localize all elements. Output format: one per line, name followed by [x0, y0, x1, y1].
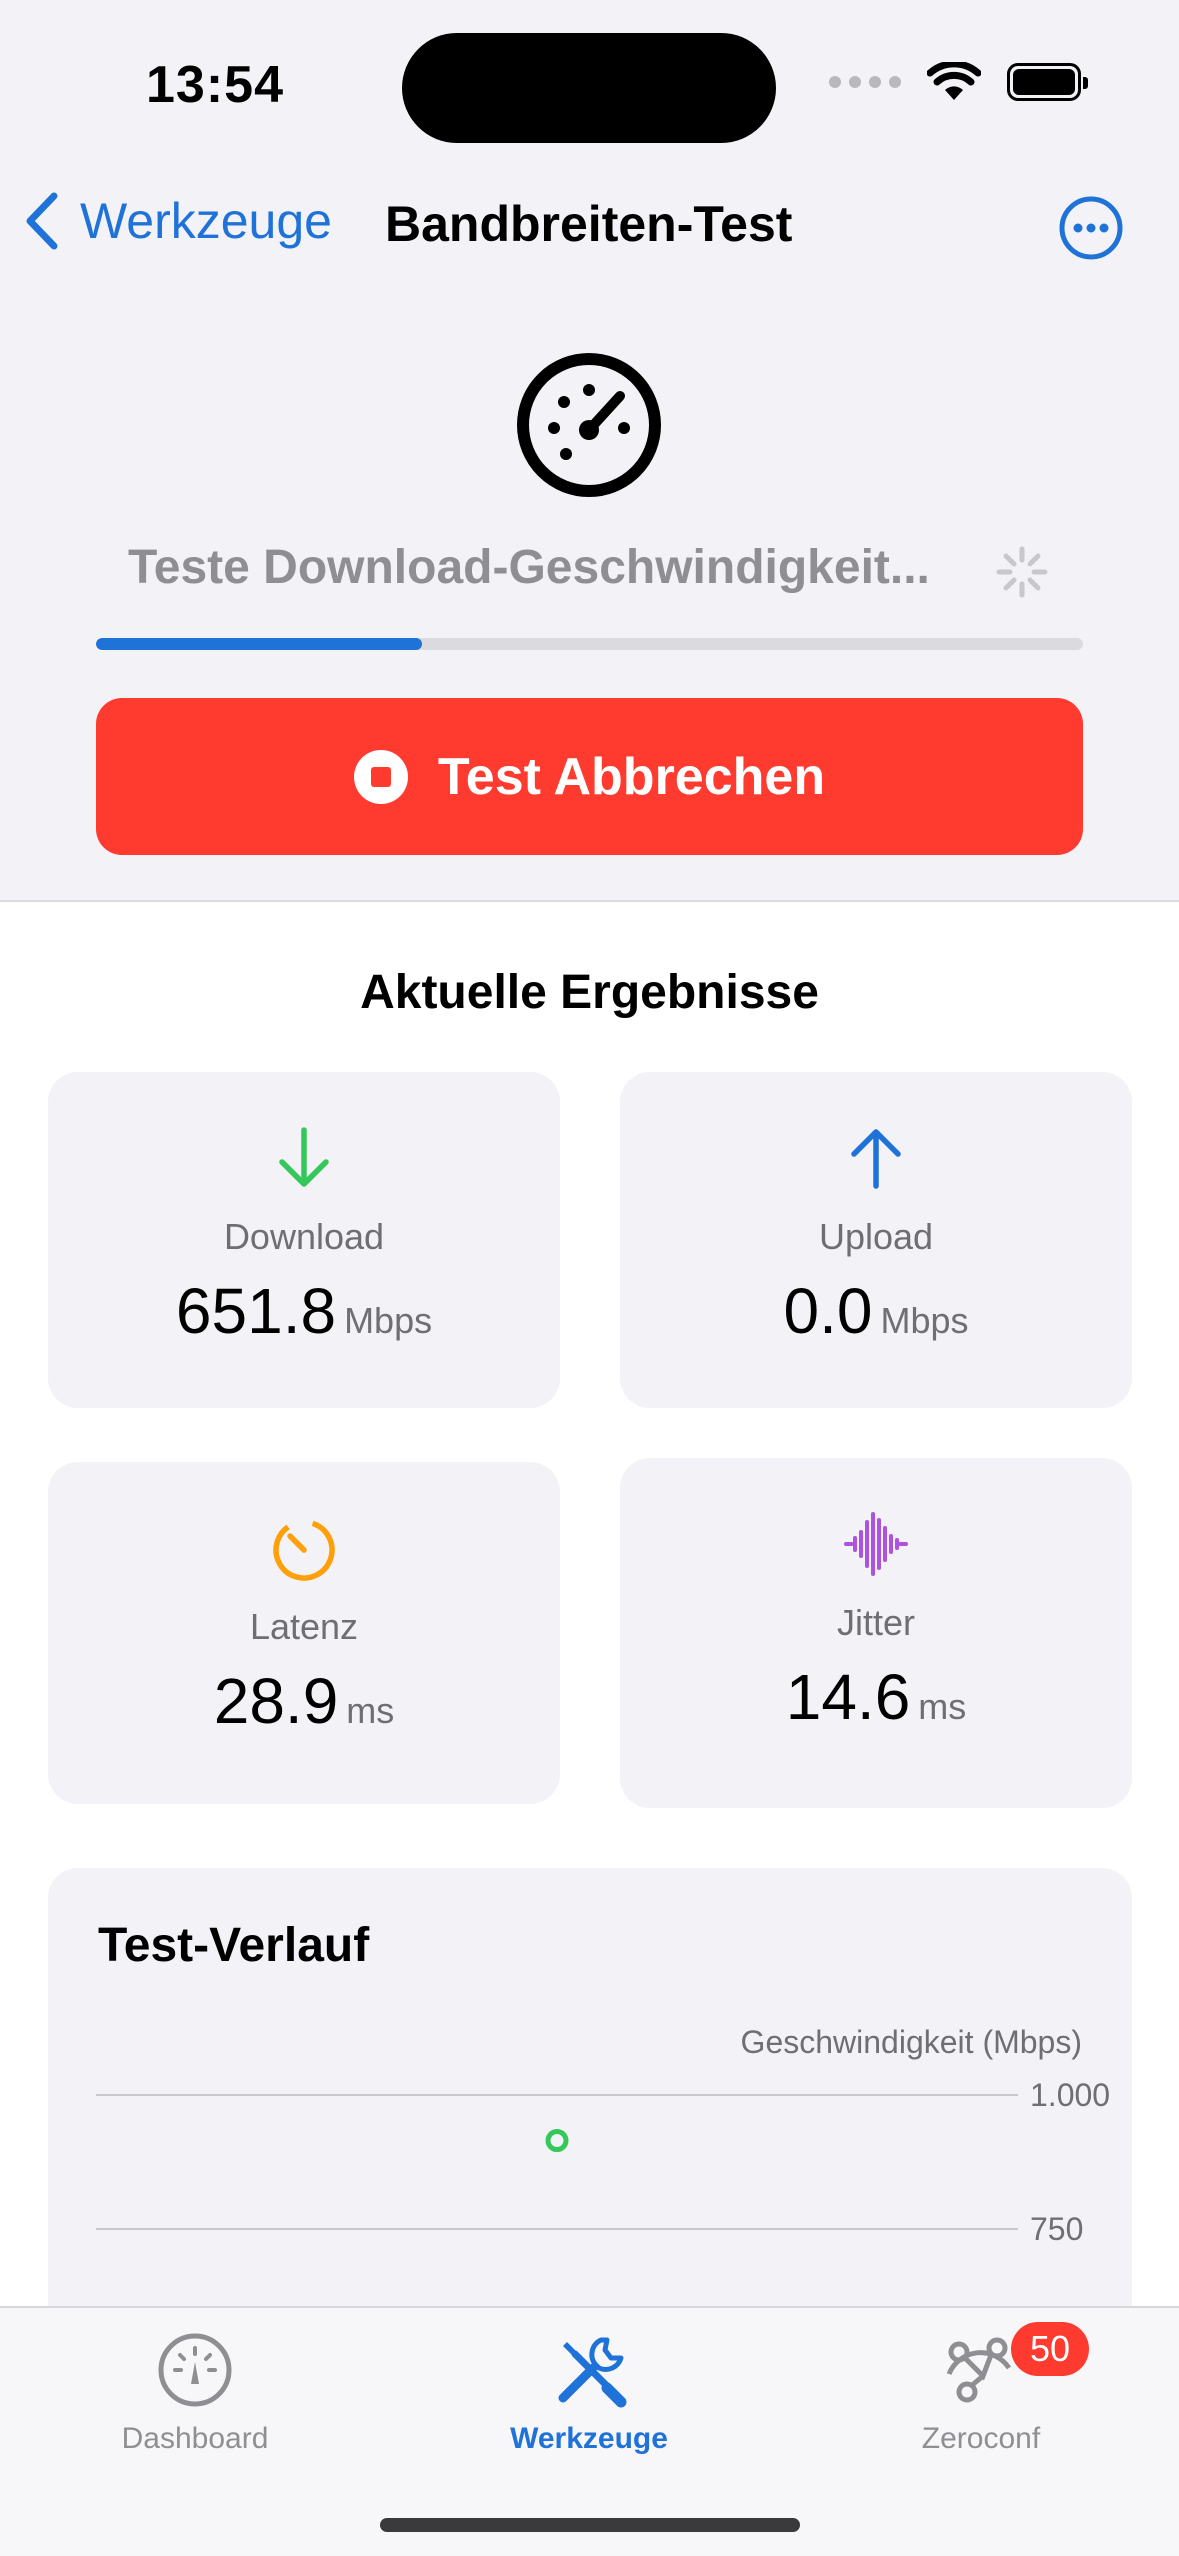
results-title: Aktuelle Ergebnisse	[360, 966, 819, 1019]
tab-dashboard-label: Dashboard	[121, 2422, 269, 2455]
loading-spinner-icon	[996, 546, 1048, 598]
test-history-card: Test-Verlauf Geschwindigkeit (Mbps) 1.00…	[48, 1868, 1132, 2368]
upload-label: Upload	[818, 1216, 934, 1257]
home-indicator	[380, 2518, 800, 2532]
tab-tools[interactable]: Werkzeuge	[439, 2328, 739, 2456]
latency-unit: ms	[346, 1690, 395, 1731]
chart-y-tick-label: 1.000	[1030, 2077, 1110, 2113]
download-unit: Mbps	[344, 1300, 433, 1341]
upload-result-card: Upload 0.0 Mbps	[620, 1072, 1132, 1408]
latency-value: 28.9	[213, 1665, 339, 1737]
jitter-unit: ms	[918, 1686, 967, 1727]
download-value: 651.8	[175, 1275, 337, 1347]
jitter-value: 14.6	[785, 1661, 911, 1733]
test-status-message: Teste Download-Geschwindigkeit...	[128, 541, 930, 594]
stop-icon	[353, 749, 408, 804]
jitter-label: Jitter	[836, 1602, 915, 1643]
latency-label: Latenz	[249, 1606, 359, 1647]
tab-tools-label: Werkzeuge	[510, 2422, 668, 2455]
history-chart: Geschwindigkeit (Mbps) 1.000 750	[96, 2024, 1110, 2247]
cancel-test-label: Test Abbrechen	[437, 747, 826, 806]
test-progress-fill	[96, 638, 422, 650]
tab-dashboard[interactable]: Dashboard	[45, 2328, 345, 2456]
network-nodes-icon	[946, 2337, 1012, 2403]
gauge-icon	[158, 2333, 232, 2407]
back-label: Werkzeuge	[80, 193, 332, 249]
chart-y-axis-label: Geschwindigkeit (Mbps)	[741, 2024, 1082, 2060]
back-button[interactable]: Werkzeuge	[22, 190, 332, 252]
cancel-test-button[interactable]: Test Abbrechen	[96, 698, 1083, 855]
tab-zeroconf[interactable]: Zeroconf 50	[831, 2322, 1131, 2456]
dynamic-island	[402, 33, 776, 143]
arrow-down-icon	[279, 1127, 329, 1187]
speedometer-icon	[517, 353, 661, 497]
chevron-left-icon	[26, 192, 58, 250]
waveform-icon	[844, 1512, 908, 1576]
upload-unit: Mbps	[880, 1300, 969, 1341]
wifi-icon	[927, 62, 981, 100]
cellular-signal-icon	[829, 76, 901, 88]
page-title: Bandbreiten-Test	[385, 196, 793, 252]
tab-zeroconf-label: Zeroconf	[921, 2422, 1041, 2455]
download-result-card: Download 651.8 Mbps	[48, 1072, 560, 1408]
chart-point	[545, 2129, 569, 2153]
notification-badge: 50	[1011, 2322, 1089, 2376]
chart-y-tick-label: 750	[1030, 2211, 1083, 2247]
test-progress-bar	[96, 638, 1083, 650]
latency-result-card: Latenz 28.9 ms	[48, 1462, 560, 1804]
more-options-icon[interactable]	[1058, 195, 1124, 261]
status-indicators	[829, 62, 1088, 102]
timer-icon	[273, 1519, 335, 1581]
wrench-screwdriver-icon	[558, 2337, 627, 2408]
download-label: Download	[223, 1216, 385, 1257]
jitter-result-card: Jitter 14.6 ms	[620, 1458, 1132, 1808]
upload-value: 0.0	[783, 1275, 873, 1347]
battery-icon	[1007, 63, 1088, 101]
status-time: 13:54	[146, 56, 284, 114]
arrow-up-icon	[851, 1129, 901, 1189]
